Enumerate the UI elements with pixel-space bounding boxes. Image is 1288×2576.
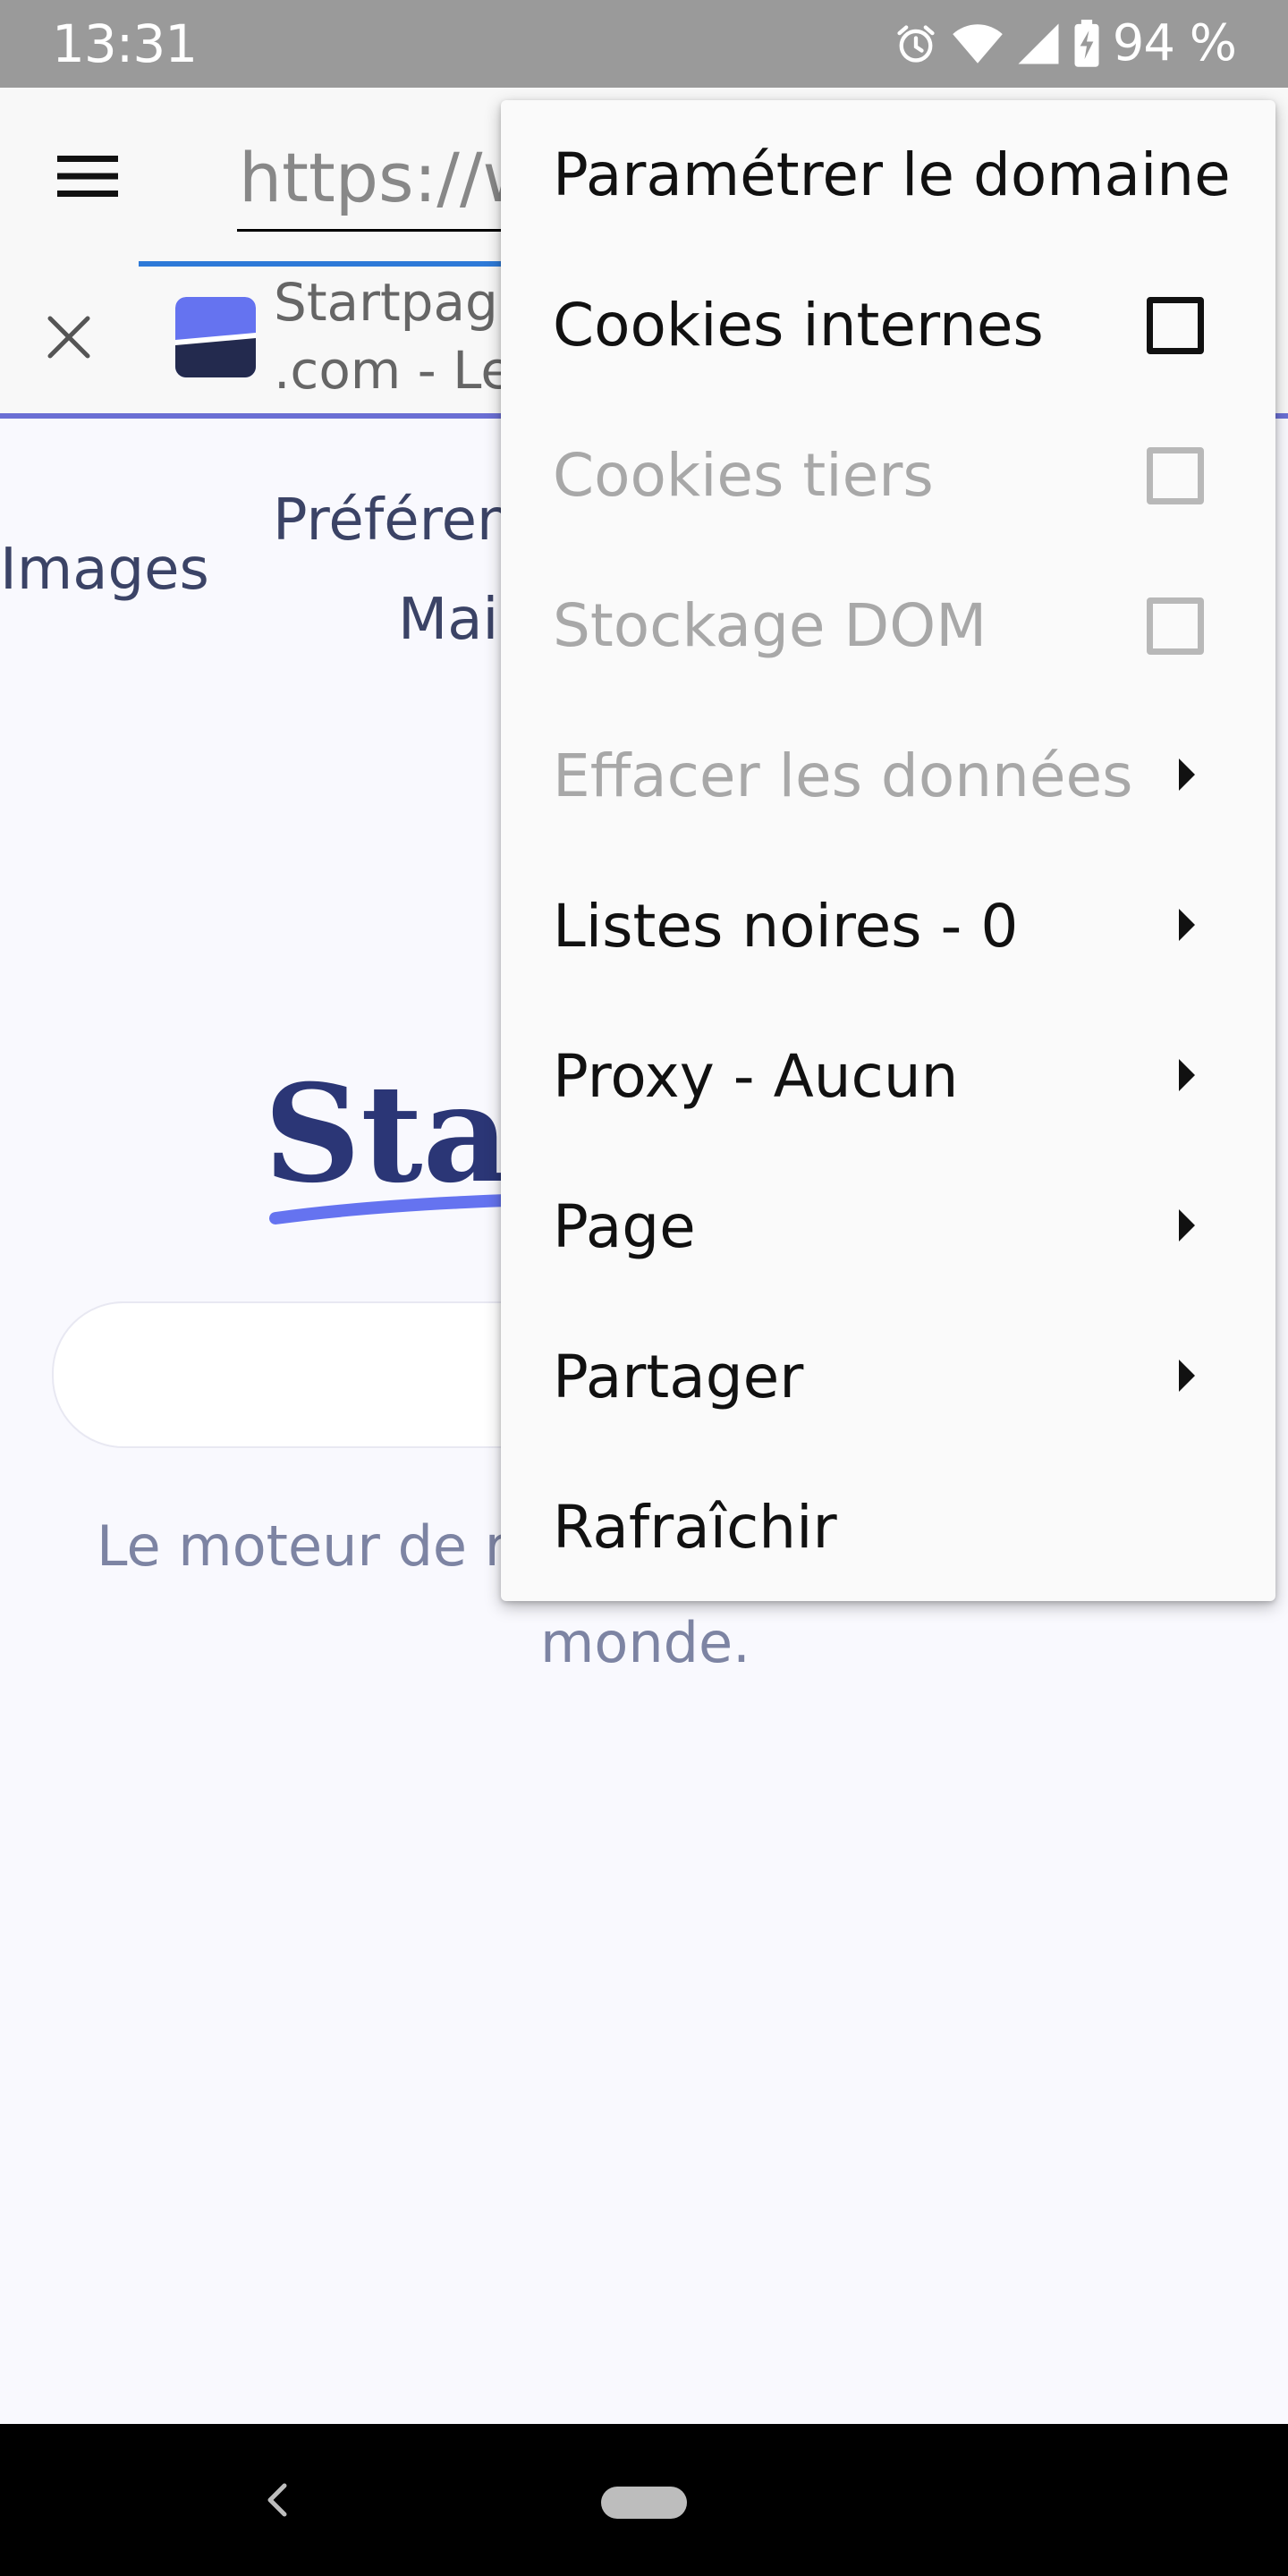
menu-item-label: Page <box>553 1192 696 1261</box>
menu-item-domain-settings[interactable]: Paramétrer le domaine <box>501 100 1275 250</box>
cell-signal-icon <box>1018 23 1059 64</box>
menu-item-label: Partager <box>553 1343 804 1411</box>
menu-item-label: Effacer les données <box>553 741 1133 810</box>
third-party-cookies-checkbox <box>1147 447 1204 504</box>
status-bar: 13:31 94 % <box>0 0 1288 88</box>
startpage-favicon-icon <box>175 297 256 377</box>
menu-item-label: Proxy - Aucun <box>553 1042 959 1111</box>
tab-title-line2[interactable]: .com - Le <box>274 340 513 401</box>
menu-item-label: Cookies internes <box>553 291 1044 360</box>
nav-link-mail[interactable]: Mail <box>398 587 514 653</box>
menu-item-label: Rafraîchir <box>553 1493 837 1562</box>
menu-item-third-party-cookies: Cookies tiers <box>501 401 1275 551</box>
menu-item-blocklists[interactable]: Listes noires - 0 <box>501 852 1275 1002</box>
submenu-arrow-icon <box>1179 909 1195 941</box>
home-pill[interactable] <box>601 2487 687 2519</box>
menu-item-refresh[interactable]: Rafraîchir <box>501 1453 1275 1603</box>
battery-percent: 94 % <box>1112 14 1237 72</box>
submenu-arrow-icon <box>1179 1360 1195 1392</box>
close-tab-icon[interactable] <box>47 315 91 360</box>
menu-item-label: Listes noires - 0 <box>553 892 1019 961</box>
menu-item-proxy[interactable]: Proxy - Aucun <box>501 1002 1275 1152</box>
menu-item-dom-storage: Stockage DOM <box>501 551 1275 701</box>
status-time: 13:31 <box>52 13 198 74</box>
nav-link-images[interactable]: Images <box>0 537 209 603</box>
tagline-line2: monde. <box>540 1610 750 1675</box>
menu-item-label: Cookies tiers <box>553 441 934 510</box>
tab-title-line1[interactable]: Startpage <box>274 272 530 333</box>
alarm-icon <box>897 25 935 63</box>
wifi-icon <box>952 24 1003 64</box>
overflow-menu: Paramétrer le domaine Cookies internes C… <box>501 100 1275 1601</box>
menu-item-share[interactable]: Partager <box>501 1302 1275 1453</box>
submenu-arrow-icon <box>1179 758 1195 791</box>
submenu-arrow-icon <box>1179 1059 1195 1091</box>
menu-item-first-party-cookies[interactable]: Cookies internes <box>501 250 1275 401</box>
dom-storage-checkbox <box>1147 597 1204 655</box>
status-icons: 94 % <box>893 13 1237 75</box>
menu-item-page[interactable]: Page <box>501 1152 1275 1302</box>
battery-charging-icon <box>1074 20 1099 67</box>
hamburger-menu-icon[interactable] <box>57 156 118 197</box>
first-party-cookies-checkbox[interactable] <box>1147 297 1204 354</box>
submenu-arrow-icon <box>1179 1209 1195 1241</box>
menu-item-label: Stockage DOM <box>553 591 987 660</box>
back-icon[interactable] <box>259 2482 295 2518</box>
menu-item-clear-data: Effacer les données <box>501 701 1275 852</box>
menu-item-label: Paramétrer le domaine <box>553 140 1231 209</box>
